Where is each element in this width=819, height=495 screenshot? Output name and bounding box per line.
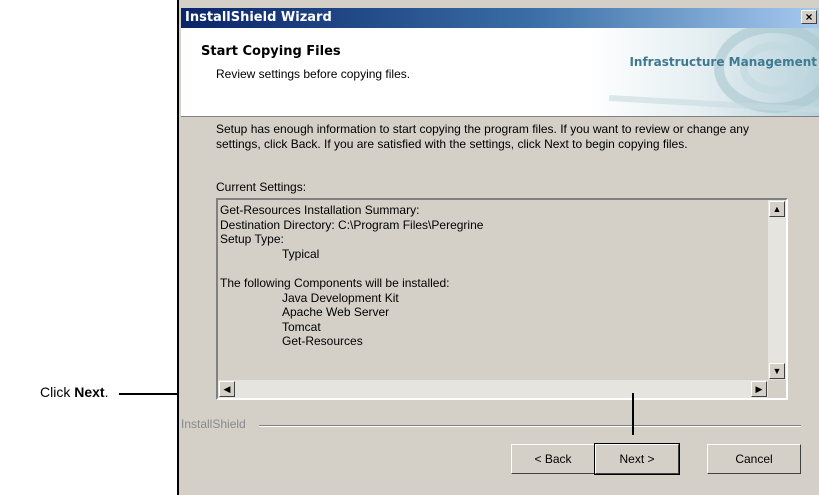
close-button[interactable]: × xyxy=(801,10,817,24)
instructions-text: Setup has enough information to start co… xyxy=(216,122,749,151)
arrow-up-icon: ▲ xyxy=(772,204,782,214)
installshield-window: InstallShield Wizard × Start Copying Fil… xyxy=(177,0,819,495)
arrow-left-icon: ◀ xyxy=(223,384,231,394)
settings-content: Get-Resources Installation Summary: Dest… xyxy=(220,203,766,378)
horizontal-scrollbar[interactable]: ◀ ▶ xyxy=(218,380,768,398)
current-settings-label: Current Settings: xyxy=(216,180,307,194)
callout-emphasis: Next xyxy=(74,384,105,400)
component-item: Tomcat xyxy=(282,319,321,334)
brand-text: Infrastructure Management xyxy=(629,55,817,69)
settings-listbox[interactable]: Get-Resources Installation Summary: Dest… xyxy=(216,198,788,400)
list-item: Destination Directory: C:\Program Files\… xyxy=(220,217,484,232)
list-item: Setup Type: xyxy=(220,232,284,247)
back-button[interactable]: < Back xyxy=(511,444,595,474)
arrow-right-icon: ▶ xyxy=(755,384,763,394)
arrow-down-icon: ▼ xyxy=(772,366,782,376)
wizard-header: Start Copying Files Review settings befo… xyxy=(181,28,819,117)
list-item: Get-Resources Installation Summary: xyxy=(220,203,420,217)
scroll-right-button[interactable]: ▶ xyxy=(751,381,767,397)
footer-divider xyxy=(259,425,801,427)
next-button[interactable]: Next > xyxy=(594,443,680,475)
scroll-up-button[interactable]: ▲ xyxy=(769,201,785,217)
component-item: Java Development Kit xyxy=(282,290,399,305)
list-item: The following Components will be install… xyxy=(220,275,450,290)
callout-suffix: . xyxy=(104,384,109,400)
component-item: Apache Web Server xyxy=(282,305,390,320)
page-subtitle: Review settings before copying files. xyxy=(216,67,411,81)
title-bar[interactable]: InstallShield Wizard × xyxy=(181,8,819,28)
close-icon: × xyxy=(805,10,813,24)
installshield-label: InstallShield xyxy=(181,417,252,431)
page-title: Start Copying Files xyxy=(201,44,341,59)
vertical-scrollbar[interactable]: ▲ ▼ xyxy=(768,200,786,380)
callout-annotation: Click Next. xyxy=(40,384,108,400)
callout-pointer xyxy=(632,393,634,435)
header-banner-graphic xyxy=(589,28,819,116)
callout-prefix: Click xyxy=(40,384,75,400)
scroll-left-button[interactable]: ◀ xyxy=(219,381,235,397)
window-title: InstallShield Wizard xyxy=(185,10,332,25)
list-item-setup-type: Typical xyxy=(282,246,320,261)
cancel-button[interactable]: Cancel xyxy=(707,444,801,474)
scroll-down-button[interactable]: ▼ xyxy=(769,363,785,379)
scrollbar-corner xyxy=(768,380,786,398)
component-item: Get-Resources xyxy=(282,334,363,349)
